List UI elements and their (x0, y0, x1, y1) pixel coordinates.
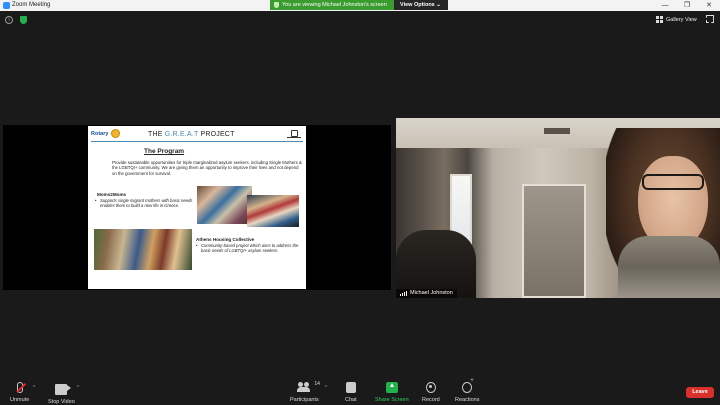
microphone-muted-icon (16, 382, 23, 393)
reactions-label: Reactions (455, 397, 480, 403)
video-camera-icon (55, 384, 72, 395)
close-button[interactable]: ✕ (698, 0, 720, 11)
unmute-label: Unmute (10, 397, 30, 403)
rotary-logo-text: Rotary (91, 131, 109, 137)
leave-button[interactable]: Leave (686, 387, 714, 398)
record-label: Record (422, 397, 440, 403)
grid-icon (656, 16, 663, 23)
participants-count: 14 (314, 381, 320, 387)
gallery-view-button[interactable]: Gallery View (656, 14, 697, 25)
moms2moms-text: Supports single migrant mothers with bas… (95, 198, 195, 208)
shared-screen: Rotary THE G.R.E.A.T PROJECT The Program… (3, 125, 391, 290)
stop-video-label: Stop Video (48, 399, 75, 405)
housing-collective-text: Community-based project which aims to ad… (196, 243, 301, 253)
participants-options-caret[interactable]: ^ (325, 385, 327, 391)
window-title: Zoom Meeting (12, 2, 51, 8)
rotary-wheel-icon (111, 129, 120, 138)
chat-label: Chat (345, 397, 357, 403)
encryption-shield-icon[interactable] (20, 16, 27, 24)
zoom-app-icon (3, 2, 10, 9)
participant-scarf (618, 236, 720, 298)
moms2moms-photo-2 (247, 195, 299, 227)
shield-icon (274, 2, 279, 8)
video-options-caret[interactable]: ^ (77, 385, 79, 391)
unmute-button[interactable]: Unmute (10, 382, 29, 403)
view-options-button[interactable]: View Options ⌄ (394, 0, 448, 10)
audio-options-caret[interactable]: ^ (33, 385, 35, 391)
moms2moms-photo-1 (197, 186, 252, 224)
presentation-slide: Rotary THE G.R.E.A.T PROJECT The Program… (88, 126, 306, 289)
slide-title: THE G.R.E.A.T PROJECT (148, 131, 235, 138)
participant-name-tag: Michael Johnston (396, 289, 457, 298)
moms2moms-title: Moms2Moms (97, 192, 127, 197)
meeting-info-icon[interactable]: i (5, 16, 13, 24)
share-screen-button[interactable]: Share Screen (375, 382, 409, 403)
participants-label: Participants (290, 397, 319, 403)
participants-button[interactable]: 14 Participants (290, 381, 320, 403)
video-chair (396, 230, 476, 298)
participant-glasses (642, 174, 704, 190)
participants-icon: 14 (297, 381, 320, 393)
fullscreen-icon[interactable] (706, 15, 714, 23)
participant-video[interactable]: Michael Johnston (396, 118, 720, 298)
minimize-button[interactable]: — (654, 0, 676, 11)
chat-icon (345, 382, 356, 393)
chat-button[interactable]: Chat (345, 382, 357, 403)
video-doorway (522, 184, 586, 298)
reactions-icon (462, 378, 474, 393)
video-vent (544, 128, 570, 134)
viewing-text: You are viewing Michael Johnston's scree… (282, 2, 387, 8)
housing-collective-photo (94, 229, 192, 270)
viewing-indicator: You are viewing Michael Johnston's scree… (270, 0, 394, 10)
reactions-button[interactable]: Reactions (455, 378, 480, 403)
participant-name: Michael Johnston (410, 290, 453, 296)
housing-collective-title: Athens Housing Collective (196, 237, 255, 242)
project-logo-icon (287, 129, 301, 138)
gallery-view-label: Gallery View (666, 16, 697, 23)
share-screen-icon (385, 382, 398, 393)
stop-video-button[interactable]: Stop Video (48, 382, 75, 405)
record-button[interactable]: Record (422, 382, 440, 403)
share-screen-label: Share Screen (375, 397, 409, 403)
maximize-button[interactable]: ❐ (676, 0, 698, 11)
record-icon (425, 382, 436, 393)
meeting-toolbar: Unmute ^ Stop Video ^ 14 Participants ^ … (0, 378, 720, 405)
slide-intro-text: Provide sustainable opportunities for tr… (112, 160, 302, 176)
slide-divider (91, 141, 303, 142)
screen-share-banner: You are viewing Michael Johnston's scree… (270, 0, 448, 10)
signal-bars-icon (400, 291, 407, 296)
slide-heading: The Program (144, 148, 185, 155)
